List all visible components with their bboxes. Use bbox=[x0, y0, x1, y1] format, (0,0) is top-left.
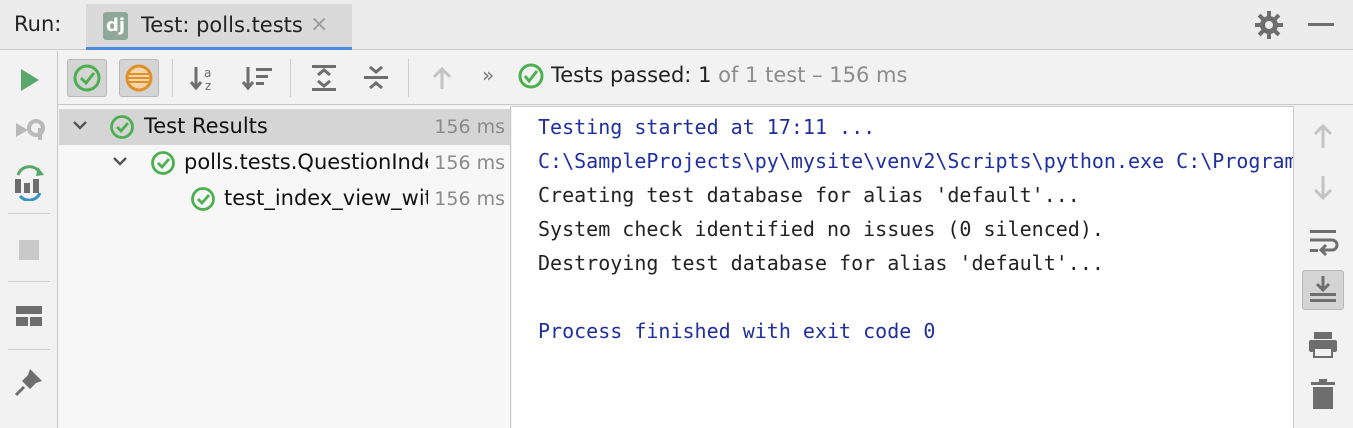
print-icon[interactable] bbox=[1302, 324, 1344, 364]
console-line: Process finished with exit code 0 bbox=[538, 319, 936, 343]
passed-icon bbox=[191, 187, 215, 211]
tests-passed-count: 1 bbox=[698, 63, 712, 87]
console-line: Testing started at 17:11 ... bbox=[538, 115, 876, 139]
svg-text:a: a bbox=[204, 66, 211, 80]
chevron-down-icon[interactable] bbox=[71, 116, 89, 138]
scroll-to-end-icon bbox=[1310, 276, 1336, 302]
tests-total-duration: of 1 test – 156 ms bbox=[718, 63, 908, 87]
pin-icon[interactable] bbox=[10, 363, 48, 401]
tree-row-duration: 156 ms bbox=[430, 116, 505, 138]
sort-alphabetically-icon[interactable]: a z bbox=[186, 59, 226, 97]
layout-icon[interactable] bbox=[10, 297, 48, 335]
tree-row-label: polls.tests.QuestionIndexViewTests bbox=[184, 150, 428, 174]
toggle-auto-test-icon[interactable] bbox=[10, 163, 48, 201]
gear-icon[interactable] bbox=[1254, 10, 1284, 40]
tree-row-label: test_index_view_with_no_questions bbox=[224, 186, 428, 210]
scroll-to-end-button[interactable] bbox=[1302, 270, 1344, 310]
passed-icon bbox=[151, 151, 175, 175]
run-icon[interactable] bbox=[10, 61, 48, 99]
trash-icon[interactable] bbox=[1302, 374, 1344, 414]
tab-test-polls[interactable]: dj Test: polls.tests × bbox=[86, 4, 352, 50]
test-toolbar: a z » Tests passed: 1 of 1 test – 156 ms bbox=[58, 51, 1353, 105]
run-tool-window-header: Run: dj Test: polls.tests × bbox=[0, 0, 1353, 50]
tree-row-test-index-view[interactable]: test_index_view_with_no_questions 156 ms bbox=[59, 181, 510, 217]
down-arrow-icon[interactable] bbox=[1302, 168, 1344, 208]
console-line: C:\SampleProjects\py\mysite\venv2\Script… bbox=[538, 149, 1293, 173]
pass-icon bbox=[518, 63, 544, 89]
console-line: Creating test database for alias 'defaul… bbox=[538, 183, 1080, 207]
test-status-summary: Tests passed: 1 of 1 test – 156 ms bbox=[551, 63, 907, 87]
collapse-all-icon[interactable] bbox=[356, 59, 396, 97]
show-ignored-icon bbox=[125, 64, 153, 92]
show-ignored-button[interactable] bbox=[119, 59, 159, 97]
tests-passed-label: Tests passed: bbox=[551, 63, 692, 87]
django-logo-icon: dj bbox=[103, 12, 128, 40]
tree-row-test-results[interactable]: Test Results 156 ms bbox=[59, 109, 510, 145]
svg-text:z: z bbox=[205, 79, 211, 93]
test-tree: Test Results 156 ms polls.tests.Question… bbox=[59, 106, 511, 428]
soft-wrap-icon[interactable] bbox=[1302, 220, 1344, 260]
console-line: Destroying test database for alias 'defa… bbox=[538, 251, 1104, 275]
console-line: System check identified no issues (0 sil… bbox=[538, 217, 1104, 241]
show-passed-icon bbox=[73, 64, 101, 92]
previous-failed-icon[interactable] bbox=[422, 59, 462, 97]
minimize-icon[interactable] bbox=[1308, 23, 1334, 26]
rerun-failed-icon[interactable] bbox=[10, 111, 48, 149]
stop-icon[interactable] bbox=[10, 231, 48, 269]
toolbar-overflow-icon[interactable]: » bbox=[482, 63, 494, 87]
close-tab-icon[interactable]: × bbox=[310, 12, 328, 37]
left-toolbar bbox=[0, 51, 58, 428]
sort-by-duration-icon[interactable] bbox=[238, 59, 278, 97]
console-output[interactable]: Testing started at 17:11 ... C:\SamplePr… bbox=[512, 106, 1293, 428]
tree-row-duration: 156 ms bbox=[430, 188, 505, 210]
show-passed-button[interactable] bbox=[67, 59, 107, 97]
tab-title: Test: polls.tests bbox=[141, 13, 303, 37]
chevron-down-icon[interactable] bbox=[111, 152, 129, 174]
passed-icon bbox=[110, 115, 134, 139]
tree-row-question-view-tests[interactable]: polls.tests.QuestionIndexViewTests 156 m… bbox=[59, 145, 510, 181]
up-arrow-icon[interactable] bbox=[1302, 116, 1344, 156]
tree-row-duration: 156 ms bbox=[430, 152, 505, 174]
run-label: Run: bbox=[14, 12, 62, 36]
tree-row-label: Test Results bbox=[144, 114, 268, 138]
console-toolbar bbox=[1293, 106, 1353, 428]
expand-all-icon[interactable] bbox=[304, 59, 344, 97]
